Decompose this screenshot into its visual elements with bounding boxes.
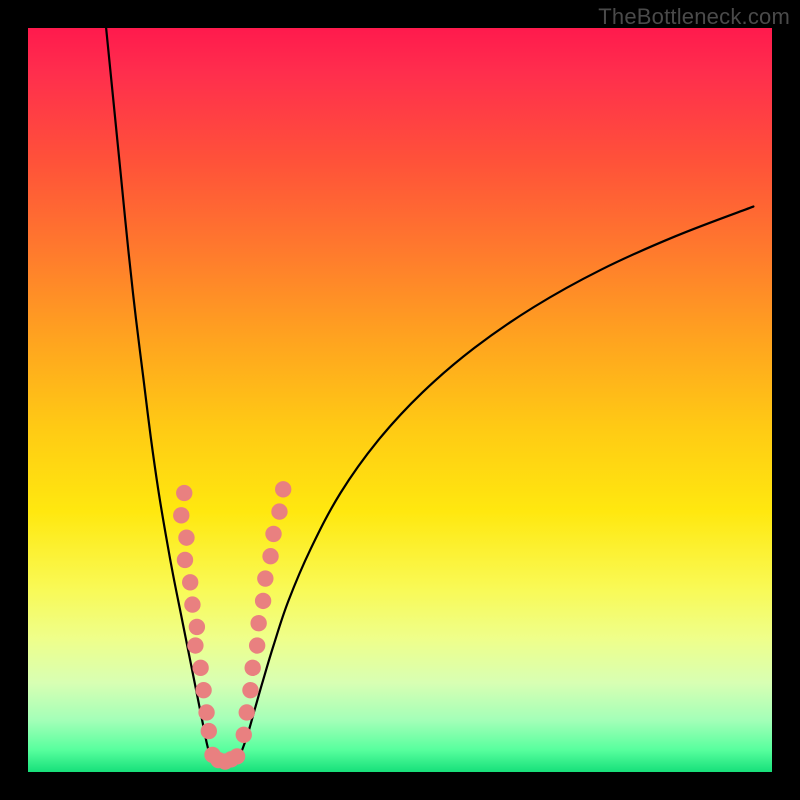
data-dot [275, 481, 291, 497]
data-dots-group [173, 481, 291, 770]
data-dot [257, 570, 273, 586]
data-dot [242, 682, 258, 698]
data-dot [262, 548, 278, 564]
data-dot [177, 552, 193, 568]
data-dot [187, 637, 203, 653]
data-dot [182, 574, 198, 590]
data-dot [271, 503, 287, 519]
plot-area [28, 28, 772, 772]
data-dot [229, 748, 245, 764]
data-dot [178, 529, 194, 545]
watermark-text: TheBottleneck.com [598, 4, 790, 30]
data-dot [198, 704, 214, 720]
data-dot [239, 704, 255, 720]
data-dot [195, 682, 211, 698]
data-dot [236, 727, 252, 743]
data-dot [189, 619, 205, 635]
data-dot [250, 615, 266, 631]
data-dot [201, 723, 217, 739]
data-dot [249, 637, 265, 653]
data-dot [255, 593, 271, 609]
chart-frame: TheBottleneck.com [0, 0, 800, 800]
curve-right-branch [240, 207, 753, 756]
data-dot [192, 660, 208, 676]
data-dot [176, 485, 192, 501]
chart-svg [28, 28, 772, 772]
data-dot [173, 507, 189, 523]
data-dot [184, 596, 200, 612]
data-dot [245, 660, 261, 676]
data-dot [265, 526, 281, 542]
